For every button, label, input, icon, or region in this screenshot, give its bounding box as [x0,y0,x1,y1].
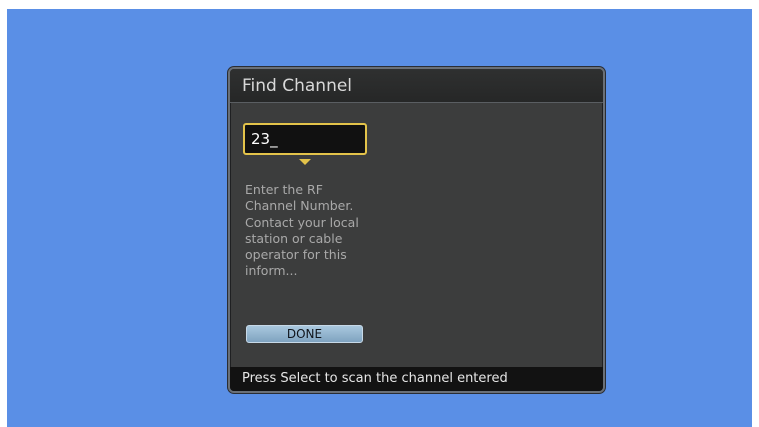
help-text: Enter the RF Channel Number. Contact you… [245,182,359,279]
tv-screen-background: Find Channel 23_ Enter the RF Channel Nu… [7,9,752,427]
dialog-title: Find Channel [230,69,603,103]
channel-number-input[interactable]: 23_ [243,123,367,155]
find-channel-dialog: Find Channel 23_ Enter the RF Channel Nu… [228,67,605,393]
input-down-arrow-icon [299,159,311,165]
done-button[interactable]: DONE [246,325,363,343]
status-bar: Press Select to scan the channel entered [230,367,603,391]
